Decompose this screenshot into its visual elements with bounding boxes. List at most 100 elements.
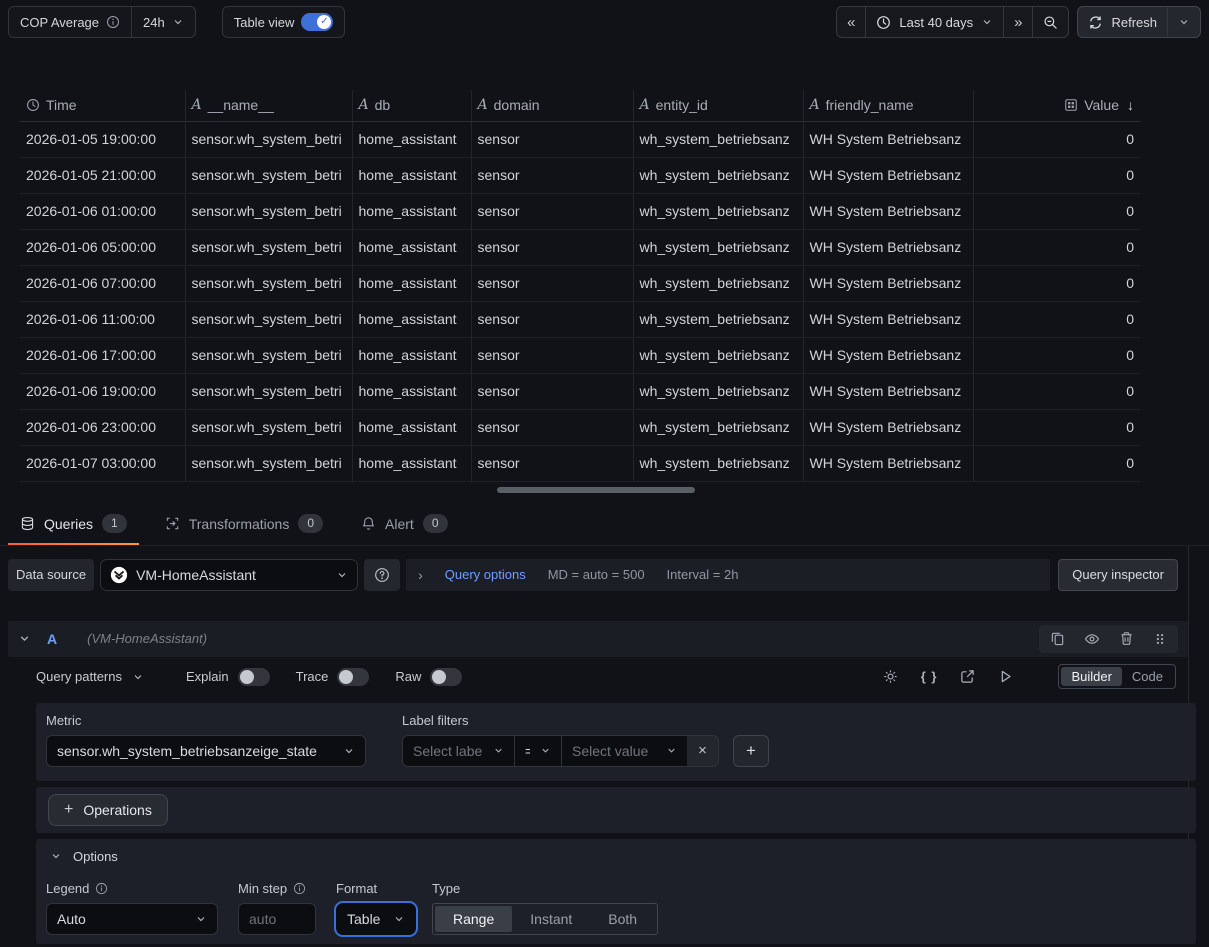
cell-name: sensor.wh_system_betri [185,265,352,301]
text-field-icon: A [810,97,820,113]
mode-code[interactable]: Code [1122,667,1173,686]
cell-entity-id: wh_system_betriebsanz [633,157,803,193]
cell-text: 0 [1126,203,1134,219]
options-collapse-header[interactable]: Options [46,849,1186,864]
zoom-out-button[interactable] [1032,7,1068,37]
legend-value: Auto [57,911,185,927]
cell-text: home_assistant [359,131,457,147]
cell-entity-id: wh_system_betriebsanz [633,121,803,157]
tab-alert[interactable]: Alert 0 [349,503,459,545]
column-header-value[interactable]: Value ↓ [973,90,1140,121]
table-row: 2026-01-06 17:00:00 sensor.wh_system_bet… [20,337,1140,373]
add-filter-button[interactable]: + [733,735,769,767]
metric-select[interactable]: sensor.wh_system_betriebsanzeige_state [46,735,366,767]
horizontal-scrollbar [20,487,1189,494]
cell-name: sensor.wh_system_betri [185,373,352,409]
time-range-picker[interactable]: Last 40 days [865,7,1003,37]
min-step-input[interactable] [238,903,316,935]
cell-text: home_assistant [359,239,457,255]
trace-toggle-item: Trace [296,668,370,686]
type-option-range[interactable]: Range [435,906,512,932]
query-options-link: Query options [445,567,526,582]
drag-handle-icon[interactable] [1153,632,1167,646]
query-patterns-dropdown[interactable]: Query patterns [36,669,144,684]
max-data-points-stat: MD = auto = 500 [548,567,645,582]
cell-text: WH System Betriebsanz [810,203,962,219]
column-header-friendly-name[interactable]: A friendly_name [803,90,973,121]
time-shift-forward-button[interactable]: » [1003,7,1032,37]
table-view-toggle[interactable]: ✓ [301,13,333,31]
cell-text: wh_system_betriebsanz [640,455,790,471]
cell-friendly-name: WH System Betriebsanz [803,445,973,481]
run-query-icon[interactable] [998,669,1013,684]
cell-text: 2026-01-06 17:00:00 [26,347,156,363]
remove-filter-button[interactable]: × [687,735,719,767]
cell-time: 2026-01-05 21:00:00 [20,157,185,193]
cell-text: sensor.wh_system_betri [192,131,342,147]
column-header-time[interactable]: Time [20,90,185,121]
chevron-down-icon [195,913,207,925]
table-body: 2026-01-05 19:00:00 sensor.wh_system_bet… [20,121,1140,481]
panel-interval-dropdown[interactable]: 24h [131,7,195,37]
select-value-dropdown[interactable]: Select value [561,735,687,767]
add-operation-button[interactable]: + Operations [48,794,168,826]
mode-builder[interactable]: Builder [1061,667,1121,686]
time-shift-back-button[interactable]: « [837,7,865,37]
raw-toggle[interactable] [430,668,462,686]
cell-domain: sensor [471,193,633,229]
cell-value: 0 [973,121,1140,157]
cell-text: home_assistant [359,347,457,363]
delete-query-icon[interactable] [1119,631,1134,646]
datasource-help-button[interactable] [364,559,400,591]
legend-select[interactable]: Auto [46,903,218,935]
column-header-db[interactable]: A db [352,90,471,121]
metric-field: Metric sensor.wh_system_betriebsanzeige_… [46,713,366,767]
cell-text: home_assistant [359,203,457,219]
cell-entity-id: wh_system_betriebsanz [633,445,803,481]
query-row-header[interactable]: A (VM-HomeAssistant) [8,621,1188,657]
cell-db: home_assistant [352,301,471,337]
cell-value: 0 [973,409,1140,445]
query-options-bar[interactable]: › Query options MD = auto = 500 Interval… [406,559,1050,591]
duplicate-query-icon[interactable] [1050,631,1065,646]
refresh-button[interactable]: Refresh [1078,7,1167,37]
cell-entity-id: wh_system_betriebsanz [633,409,803,445]
datasource-picker[interactable]: VM-HomeAssistant [100,559,358,591]
cell-entity-id: wh_system_betriebsanz [633,193,803,229]
external-link-icon[interactable] [960,669,975,684]
panel-title-button[interactable]: COP Average [9,7,131,37]
tab-queries[interactable]: Queries 1 [8,503,139,545]
cell-entity-id: wh_system_betriebsanz [633,373,803,409]
format-select[interactable]: Table [336,903,416,935]
collapse-chevron-icon[interactable] [18,632,31,645]
select-label-dropdown[interactable]: Select label [402,735,514,767]
query-inspector-button[interactable]: Query inspector [1058,559,1178,591]
braces-icon[interactable]: { } [921,669,938,684]
query-patterns-label: Query patterns [36,669,122,684]
cell-text: 0 [1126,167,1134,183]
type-option-instant[interactable]: Instant [512,906,590,932]
explain-toggle[interactable] [238,668,270,686]
scrollbar-thumb[interactable] [497,487,695,493]
cell-text: 0 [1126,311,1134,327]
cell-value: 0 [973,157,1140,193]
cell-text: home_assistant [359,311,457,327]
raw-toggle-item: Raw [395,668,462,686]
tab-transformations[interactable]: Transformations 0 [153,503,335,545]
cell-text: home_assistant [359,383,457,399]
cell-text: 0 [1126,419,1134,435]
column-header-entity-id[interactable]: A entity_id [633,90,803,121]
column-header-domain[interactable]: A domain [471,90,633,121]
operator-dropdown[interactable]: = [514,735,561,767]
column-header-name[interactable]: A __name__ [185,90,352,121]
trace-toggle[interactable] [337,668,369,686]
refresh-interval-dropdown[interactable] [1167,7,1200,37]
type-option-both[interactable]: Both [590,906,655,932]
settings-gear-icon[interactable] [883,669,898,684]
column-label: Value [1084,97,1119,113]
hide-query-icon[interactable] [1084,631,1100,647]
cell-friendly-name: WH System Betriebsanz [803,229,973,265]
cell-value: 0 [973,373,1140,409]
info-circle-icon [106,15,120,29]
toggle-knob [432,670,446,684]
